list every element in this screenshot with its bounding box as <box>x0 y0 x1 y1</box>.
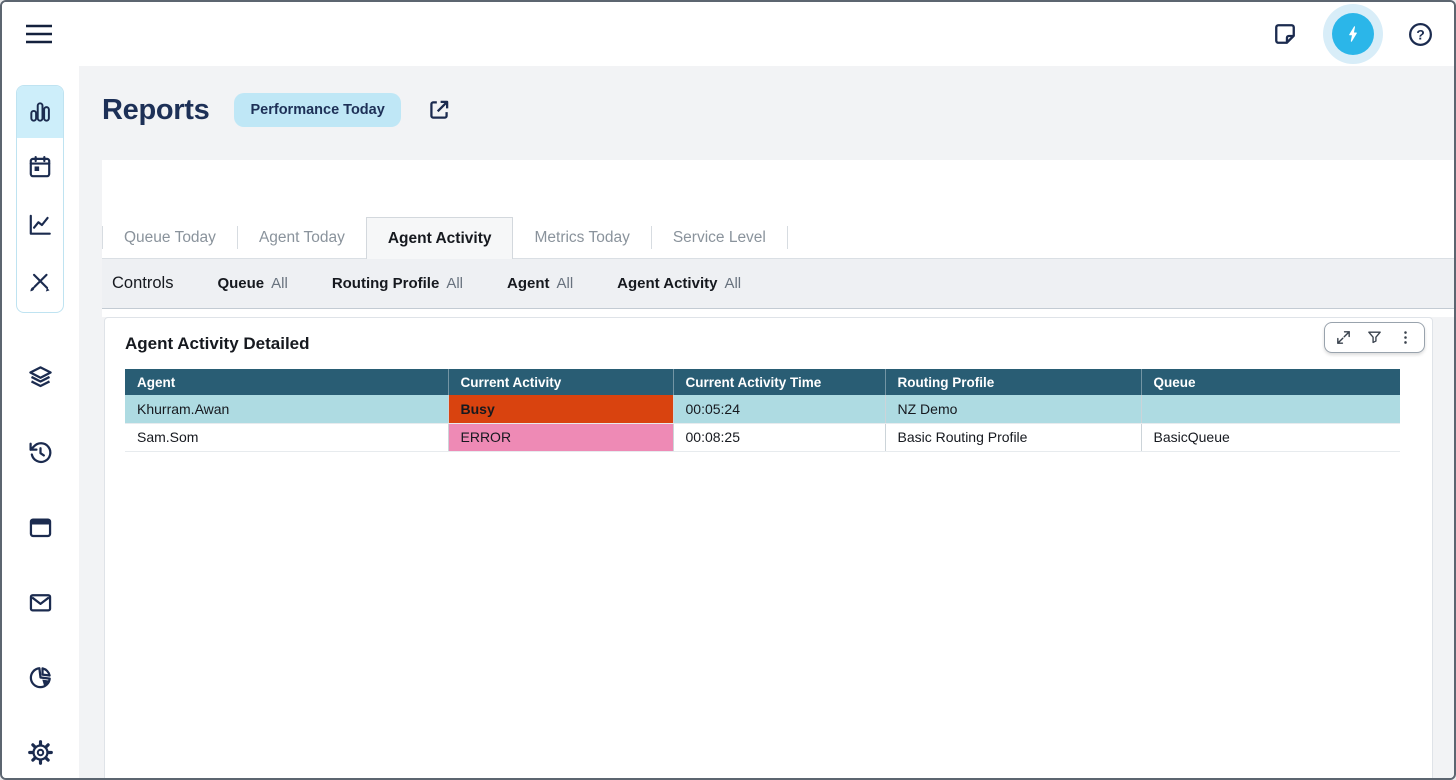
report-tabs: Queue Today Agent Today Agent Activity M… <box>102 217 1454 258</box>
filter-icon <box>1366 329 1383 346</box>
cell-queue: BasicQueue <box>1141 423 1400 451</box>
design-icon <box>27 270 53 296</box>
tab-divider <box>787 226 788 249</box>
cell-routing-profile: NZ Demo <box>885 395 1141 423</box>
sidebar-item-layers[interactable] <box>2 363 79 391</box>
column-header-queue: Queue <box>1141 369 1400 395</box>
topbar-actions: ? <box>1271 2 1434 66</box>
cell-activity-time: 00:08:25 <box>673 423 885 451</box>
card-toolbar <box>1324 322 1425 353</box>
layers-icon <box>27 364 54 391</box>
column-header-current-activity: Current Activity <box>448 369 673 395</box>
cell-routing-profile: Basic Routing Profile <box>885 423 1141 451</box>
bar-chart-icon <box>27 99 53 125</box>
filter-agent-activity[interactable]: Agent Activity All <box>617 275 741 293</box>
sidebar-item-pie-reports[interactable] <box>2 663 79 691</box>
sidebar-item-history[interactable] <box>2 438 79 466</box>
filter-routing-profile[interactable]: Routing Profile All <box>332 275 463 293</box>
column-header-agent: Agent <box>125 369 448 395</box>
external-link-button[interactable] <box>426 97 452 123</box>
filter-name: Routing Profile <box>332 275 440 292</box>
lightning-icon <box>1342 23 1364 45</box>
table-row: Khurram.Awan Busy 00:05:24 NZ Demo <box>125 395 1400 423</box>
table-header-row: Agent Current Activity Current Activity … <box>125 369 1400 395</box>
report-panel: Queue Today Agent Today Agent Activity M… <box>102 160 1454 317</box>
column-header-routing-profile: Routing Profile <box>885 369 1141 395</box>
tab-agent-activity[interactable]: Agent Activity <box>366 217 514 259</box>
lightning-button-halo <box>1323 4 1383 64</box>
filter-name: Agent Activity <box>617 275 717 292</box>
controls-bar: Controls Queue All Routing Profile All Age… <box>102 258 1454 309</box>
more-options-button[interactable] <box>1397 329 1414 346</box>
kebab-icon <box>1397 329 1414 346</box>
note-button[interactable] <box>1271 20 1299 48</box>
page-title: Reports <box>102 94 209 127</box>
line-chart-icon <box>27 212 53 238</box>
column-header-current-activity-time: Current Activity Time <box>673 369 885 395</box>
cell-agent: Khurram.Awan <box>125 395 448 423</box>
help-button[interactable]: ? <box>1407 21 1434 48</box>
content-area: Reports Performance Today Queue Today Ag… <box>79 66 1454 778</box>
tab-queue-today[interactable]: Queue Today <box>103 217 237 258</box>
page-header: Reports Performance Today <box>102 93 452 127</box>
topbar: ? <box>2 2 1454 66</box>
report-card: Agent Activity Detailed <box>104 317 1433 780</box>
pie-chart-icon <box>27 664 54 691</box>
note-icon <box>1271 20 1299 48</box>
filter-value: All <box>724 275 741 292</box>
tab-agent-today[interactable]: Agent Today <box>238 217 366 258</box>
agent-activity-table: Agent Current Activity Current Activity … <box>125 369 1400 452</box>
hamburger-icon <box>24 20 56 48</box>
svg-text:?: ? <box>1416 26 1425 42</box>
table-row: Sam.Som ERROR 00:08:25 Basic Routing Pro… <box>125 423 1400 451</box>
filter-value: All <box>271 275 288 292</box>
mail-icon <box>27 589 54 616</box>
app-window: ? <box>0 0 1456 780</box>
sidebar-item-window[interactable] <box>2 513 79 541</box>
cell-queue <box>1141 395 1400 423</box>
cell-current-activity: Busy <box>448 395 673 423</box>
sidebar-item-schedule[interactable] <box>17 138 63 196</box>
lightning-button[interactable] <box>1332 13 1374 55</box>
report-badge[interactable]: Performance Today <box>234 93 400 127</box>
filter-agent[interactable]: Agent All <box>507 275 573 293</box>
sidebar-item-design[interactable] <box>17 254 63 312</box>
filter-name: Queue <box>217 275 264 292</box>
external-link-icon <box>426 97 452 123</box>
controls-label: Controls <box>112 274 173 293</box>
sidebar-item-analytics[interactable] <box>17 196 63 254</box>
expand-button[interactable] <box>1335 329 1352 346</box>
menu-button[interactable] <box>24 19 56 49</box>
filter-value: All <box>446 275 463 292</box>
filter-name: Agent <box>507 275 550 292</box>
cell-activity-time: 00:05:24 <box>673 395 885 423</box>
filter-value: All <box>556 275 573 292</box>
settings-icon <box>27 739 54 766</box>
expand-icon <box>1335 329 1352 346</box>
report-title: Agent Activity Detailed <box>125 334 310 354</box>
sidebar-item-settings[interactable] <box>2 738 79 766</box>
sidebar-item-mail[interactable] <box>2 588 79 616</box>
filter-queue[interactable]: Queue All <box>217 275 287 293</box>
filter-button[interactable] <box>1366 329 1383 346</box>
tab-metrics-today[interactable]: Metrics Today <box>513 217 650 258</box>
cell-agent: Sam.Som <box>125 423 448 451</box>
help-icon: ? <box>1407 21 1434 48</box>
history-icon <box>27 439 54 466</box>
sidebar-report-group <box>16 85 64 313</box>
window-icon <box>27 514 54 541</box>
cell-current-activity: ERROR <box>448 423 673 451</box>
tab-service-level[interactable]: Service Level <box>652 217 787 258</box>
calendar-icon <box>27 154 53 180</box>
sidebar-item-reports[interactable] <box>17 86 63 138</box>
sidebar <box>2 66 79 778</box>
